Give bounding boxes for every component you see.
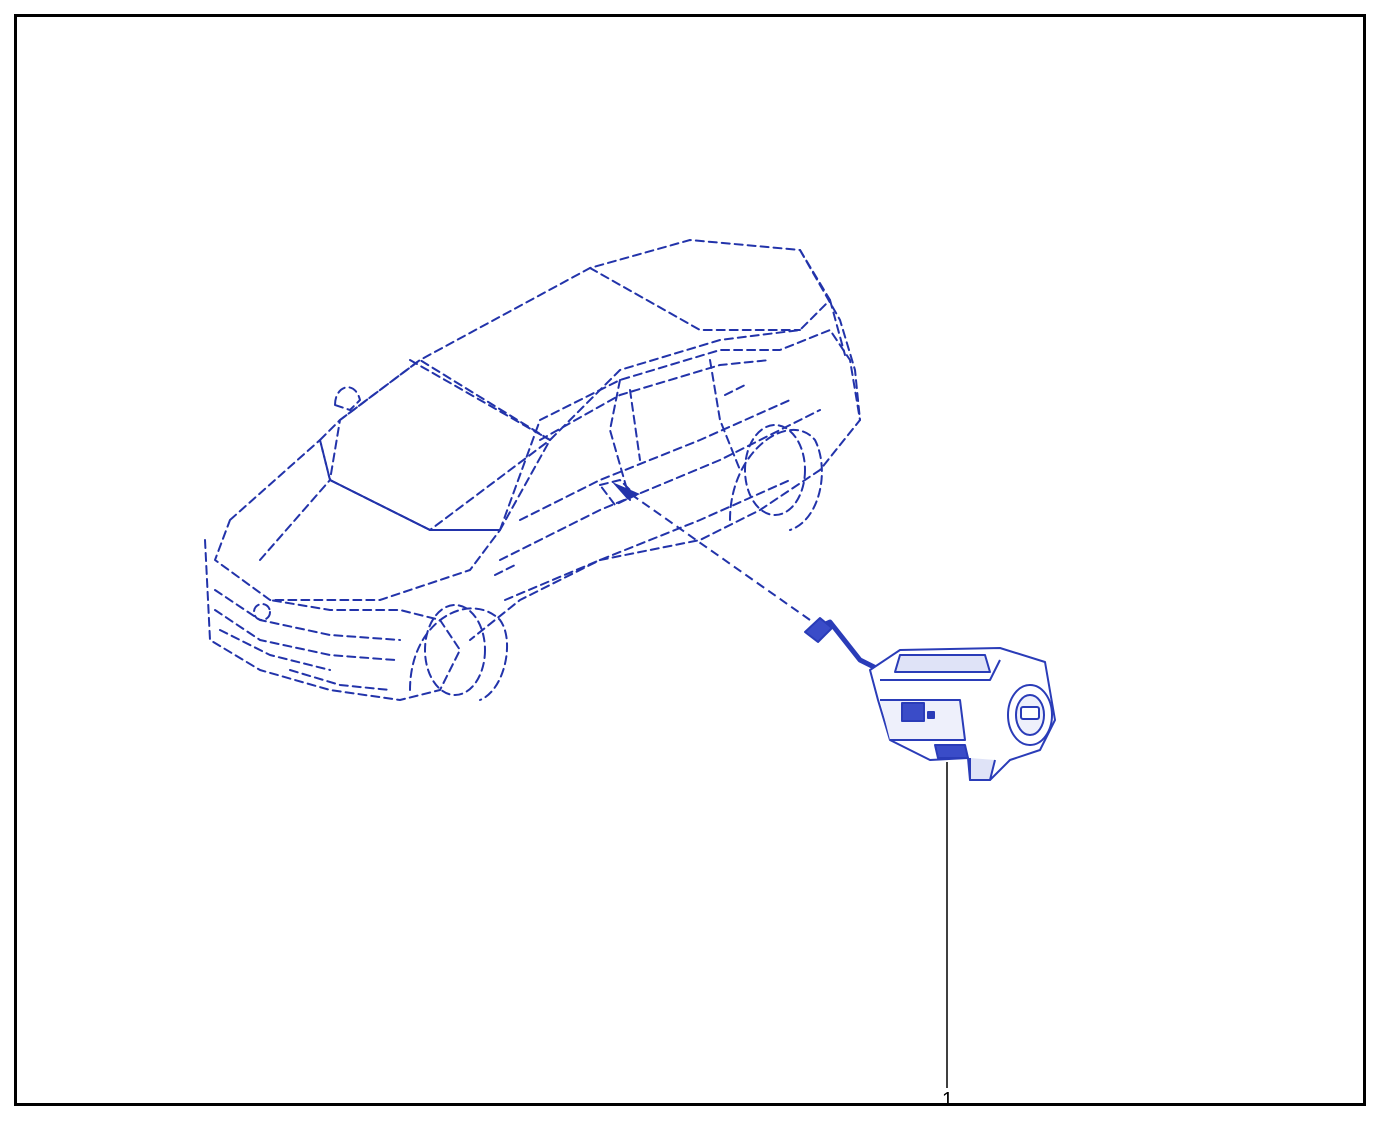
exploded-view-diagram bbox=[204, 239, 1056, 1088]
installation-leader-line bbox=[624, 489, 811, 621]
callout-1-label: 1 bbox=[942, 1089, 954, 1111]
ignition-switch-module-icon bbox=[804, 617, 1056, 781]
vehicle-outline-icon bbox=[204, 239, 861, 701]
